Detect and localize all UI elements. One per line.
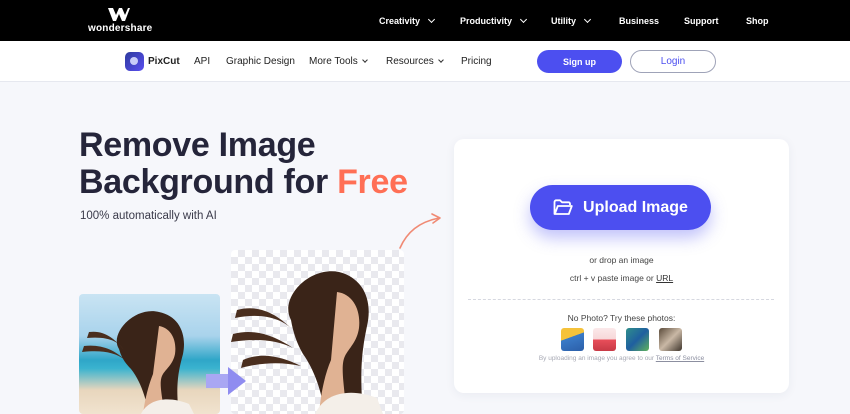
woman-cutout-image	[231, 271, 383, 414]
curved-arrow-icon	[399, 213, 441, 249]
hero-title-line2-text: Background for	[79, 163, 338, 201]
sample-photo-thumbnail-3[interactable]	[626, 328, 649, 351]
subnav-pricing[interactable]: Pricing	[461, 41, 492, 82]
subnav-api-label: API	[194, 56, 211, 67]
topnav-creativity[interactable]: Creativity	[379, 0, 436, 41]
subnav-resources[interactable]: Resources	[386, 41, 444, 82]
product-navigation-bar: PixCut API Graphic Design More Tools Res…	[0, 41, 850, 82]
sample-photo-thumbnail-2[interactable]	[593, 328, 616, 351]
signup-button[interactable]: Sign up	[537, 50, 622, 73]
subnav-graphic-design[interactable]: Graphic Design	[226, 41, 295, 82]
subnav-more-tools-label: More Tools	[309, 56, 358, 67]
terms-notice-text: By uploading an image you agree to our	[538, 355, 656, 362]
topnav-utility-label: Utility	[551, 15, 577, 26]
hero-title: Remove Image Background for Free	[79, 127, 408, 201]
hero-title-highlight: Free	[337, 163, 408, 201]
topnav-shop[interactable]: Shop	[746, 0, 769, 41]
hero-title-line2: Background for Free	[79, 164, 408, 201]
sample-photo-thumbnail-4[interactable]	[659, 328, 682, 351]
paste-hint: ctrl + v paste image or URL	[454, 273, 789, 283]
woman-portrait-image	[82, 311, 194, 414]
subnav-graphic-design-label: Graphic Design	[226, 56, 295, 67]
topnav-utility[interactable]: Utility	[551, 0, 592, 41]
pixcut-brand-label: PixCut	[148, 56, 180, 67]
terms-of-service-link[interactable]: Terms of Service	[656, 355, 704, 362]
paste-hint-text: ctrl + v paste image or	[569, 273, 657, 283]
wondershare-logo-icon	[108, 8, 130, 21]
upload-image-button-label: Upload Image	[583, 198, 688, 216]
url-link[interactable]: URL	[656, 273, 673, 283]
chevron-down-icon	[583, 15, 592, 23]
topnav-business[interactable]: Business	[619, 0, 659, 41]
sample-original-photo	[79, 294, 220, 414]
topnav-creativity-label: Creativity	[379, 15, 421, 26]
subnav-more-tools[interactable]: More Tools	[309, 41, 368, 82]
chevron-down-icon	[427, 15, 436, 23]
chevron-down-icon	[519, 15, 528, 23]
topnav-support[interactable]: Support	[684, 0, 719, 41]
brand-name: wondershare	[88, 23, 153, 34]
topnav-productivity-label: Productivity	[460, 15, 513, 26]
login-button[interactable]: Login	[630, 50, 716, 73]
folder-open-icon	[553, 199, 573, 215]
topnav-support-label: Support	[684, 15, 719, 26]
sample-photo-thumbnail-1[interactable]	[561, 328, 584, 351]
top-navigation-bar: wondershare Creativity Productivity Util…	[0, 0, 850, 41]
upload-image-button[interactable]: Upload Image	[530, 185, 711, 230]
pixcut-logo-icon[interactable]	[125, 52, 144, 71]
topnav-productivity[interactable]: Productivity	[460, 0, 528, 41]
chevron-down-icon	[437, 57, 444, 63]
topnav-business-label: Business	[619, 15, 660, 26]
topnav-shop-label: Shop	[746, 15, 769, 26]
subnav-resources-label: Resources	[386, 56, 434, 67]
terms-notice: By uploading an image you agree to our T…	[454, 355, 789, 362]
chevron-down-icon	[361, 57, 368, 63]
wondershare-logo[interactable]: wondershare	[88, 8, 153, 34]
subnav-api[interactable]: API	[194, 41, 210, 82]
arrow-right-icon	[206, 367, 246, 395]
pixcut-brand[interactable]: PixCut	[148, 41, 180, 82]
hero-subtitle: 100% automatically with AI	[80, 210, 217, 222]
try-photos-label: No Photo? Try these photos:	[567, 313, 676, 323]
drop-hint: or drop an image	[589, 255, 654, 265]
subnav-pricing-label: Pricing	[461, 56, 492, 67]
card-divider	[468, 299, 774, 300]
hero-title-line1: Remove Image	[79, 126, 316, 164]
sample-result-photo	[231, 250, 404, 414]
